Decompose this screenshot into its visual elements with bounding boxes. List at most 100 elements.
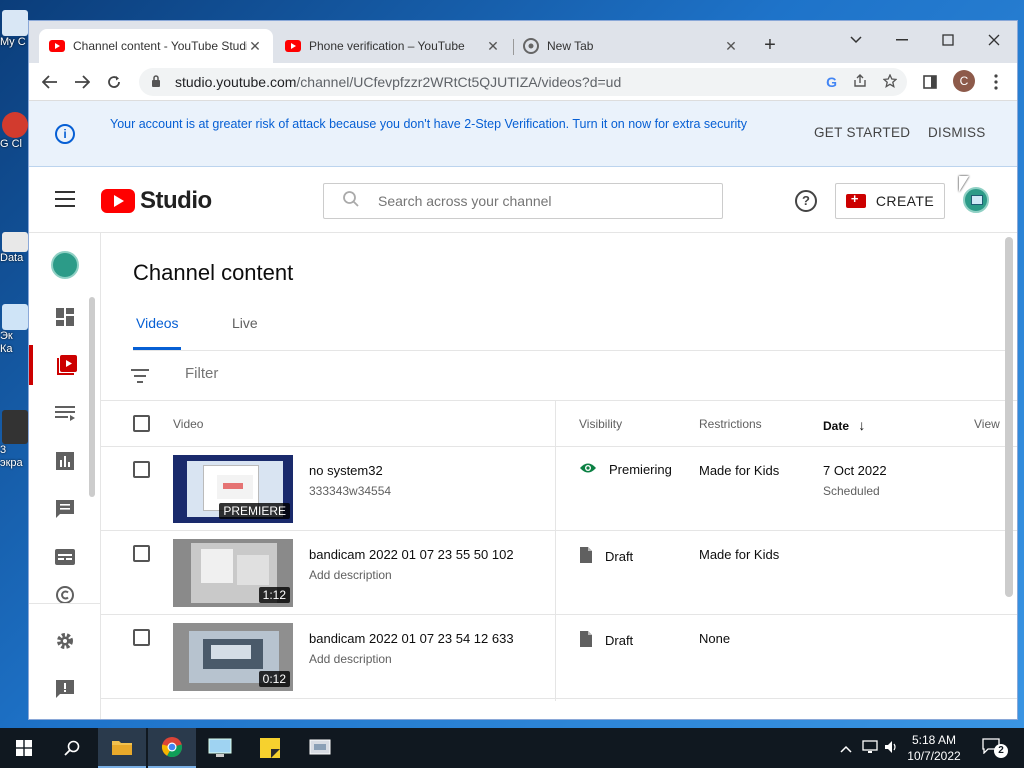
studio-logo[interactable]: Studio <box>101 187 212 215</box>
nav-feedback[interactable] <box>29 669 101 709</box>
create-label: CREATE <box>875 193 935 209</box>
taskbar-remote-desktop[interactable] <box>196 728 244 768</box>
back-button[interactable] <box>37 69 63 95</box>
clock-time: 5:18 AM <box>911 733 957 747</box>
select-all-checkbox[interactable] <box>133 415 150 432</box>
minimize-button[interactable] <box>879 25 925 55</box>
nav-settings[interactable] <box>29 621 101 661</box>
video-title[interactable]: no system32 <box>309 463 383 478</box>
maximize-button[interactable] <box>925 25 971 55</box>
new-tab-button[interactable]: + <box>759 35 781 57</box>
table-row[interactable]: 0:12 bandicam 2022 01 07 23 54 12 633 Ad… <box>101 615 1017 699</box>
video-description[interactable]: Add description <box>309 568 392 582</box>
side-panel-button[interactable] <box>917 69 943 95</box>
tab-videos[interactable]: Videos <box>136 315 179 331</box>
dismiss-button[interactable]: DISMISS <box>928 125 986 140</box>
desktop-icon-chrome[interactable]: G Cl <box>0 112 30 151</box>
vertical-scrollbar[interactable] <box>1005 237 1013 597</box>
video-thumbnail[interactable]: PREMIERE <box>173 455 293 523</box>
video-thumbnail[interactable]: 0:12 <box>173 623 293 691</box>
video-thumbnail[interactable]: 1:12 <box>173 539 293 607</box>
taskbar-file-explorer[interactable] <box>98 728 146 768</box>
tab-new-tab[interactable]: New Tab ✕ <box>513 29 749 63</box>
desktop-icon-my-computer[interactable]: My C <box>0 10 30 48</box>
search-input[interactable] <box>378 193 698 209</box>
video-description[interactable]: Add description <box>309 652 392 666</box>
column-restrictions[interactable]: Restrictions <box>699 417 762 431</box>
desktop-icon-data[interactable]: Data <box>0 232 30 264</box>
channel-avatar[interactable] <box>51 251 79 279</box>
filter-input[interactable] <box>185 365 485 382</box>
search-icon <box>342 190 360 213</box>
desktop-icon-label: Эк Ка <box>0 330 13 355</box>
address-bar[interactable]: studio.youtube.com/channel/UCfevpfzzr2WR… <box>139 68 907 96</box>
help-icon[interactable]: ? <box>795 190 817 212</box>
browser-menu-button[interactable] <box>983 69 1009 95</box>
info-icon: i <box>55 124 75 144</box>
volume-icon[interactable] <box>884 740 898 757</box>
start-button[interactable] <box>0 728 48 768</box>
close-icon[interactable]: ✕ <box>247 38 263 55</box>
visibility-cell[interactable]: Draft <box>579 630 633 651</box>
search-icon <box>64 740 80 756</box>
comments-icon <box>56 500 74 518</box>
get-started-button[interactable]: GET STARTED <box>814 125 910 140</box>
tab-phone-verification[interactable]: Phone verification – YouTube ✕ <box>275 29 511 63</box>
eye-icon <box>579 462 597 477</box>
notification-center-button[interactable]: 2 <box>982 738 1008 758</box>
nav-subtitles[interactable] <box>29 537 101 577</box>
filter-icon[interactable] <box>131 369 149 387</box>
taskbar-sticky-notes[interactable] <box>246 728 294 768</box>
video-library-icon <box>57 355 77 375</box>
tab-live[interactable]: Live <box>232 315 258 331</box>
close-icon[interactable]: ✕ <box>723 38 739 55</box>
maximize-icon <box>942 34 954 46</box>
table-row[interactable]: PREMIERE no system32 333343w34554 Premie… <box>101 447 1017 531</box>
taskbar-chrome[interactable] <box>148 728 196 768</box>
menu-icon[interactable] <box>55 191 75 207</box>
video-title[interactable]: bandicam 2022 01 07 23 54 12 633 <box>309 631 514 646</box>
film-icon <box>2 410 28 444</box>
chrome-icon <box>523 38 539 54</box>
search-box[interactable] <box>323 183 723 219</box>
tab-search-button[interactable] <box>833 25 879 55</box>
network-icon[interactable] <box>862 740 878 757</box>
row-checkbox[interactable] <box>133 545 150 562</box>
visibility-cell[interactable]: Draft <box>579 546 633 567</box>
chevron-up-icon[interactable] <box>840 740 852 756</box>
nav-copyright[interactable] <box>29 585 101 605</box>
network-icon <box>309 739 331 755</box>
table-row[interactable]: 1:12 bandicam 2022 01 07 23 55 50 102 Ad… <box>101 531 1017 615</box>
column-views[interactable]: View <box>974 417 1000 431</box>
document-icon <box>2 304 28 330</box>
restrictions-cell: Made for Kids <box>699 463 780 478</box>
close-window-button[interactable] <box>971 25 1017 55</box>
video-title[interactable]: bandicam 2022 01 07 23 55 50 102 <box>309 547 514 562</box>
tab-channel-content[interactable]: Channel content - YouTube Studio ✕ <box>39 29 273 63</box>
taskbar-search-button[interactable] <box>48 728 96 768</box>
forward-button[interactable] <box>69 69 95 95</box>
profile-avatar[interactable]: C <box>953 70 975 92</box>
star-icon[interactable] <box>882 73 898 91</box>
column-visibility[interactable]: Visibility <box>579 417 622 431</box>
column-date[interactable]: Date ↓ <box>823 417 865 433</box>
row-checkbox[interactable] <box>133 461 150 478</box>
create-button[interactable]: CREATE <box>835 183 945 219</box>
close-icon[interactable]: ✕ <box>485 38 501 55</box>
desktop-icon-screen[interactable]: Эк Ка <box>0 304 30 356</box>
taskbar-app[interactable] <box>296 728 344 768</box>
google-icon[interactable]: G <box>826 74 837 91</box>
desktop-icon-video[interactable]: 3 экра <box>0 410 30 470</box>
tab-title: Channel content - YouTube Studio <box>73 39 247 53</box>
feedback-icon <box>56 680 74 698</box>
browser-window: Channel content - YouTube Studio ✕ Phone… <box>28 20 1018 720</box>
share-icon[interactable] <box>853 74 867 91</box>
close-icon <box>988 34 1000 46</box>
rail-scrollbar[interactable] <box>89 297 95 497</box>
draft-icon <box>579 630 593 651</box>
arrow-left-icon <box>42 75 57 89</box>
reload-button[interactable] <box>101 69 127 95</box>
visibility-cell[interactable]: Premiering <box>579 462 672 477</box>
row-checkbox[interactable] <box>133 629 150 646</box>
system-clock[interactable]: 5:18 AM 10/7/2022 <box>898 732 970 764</box>
